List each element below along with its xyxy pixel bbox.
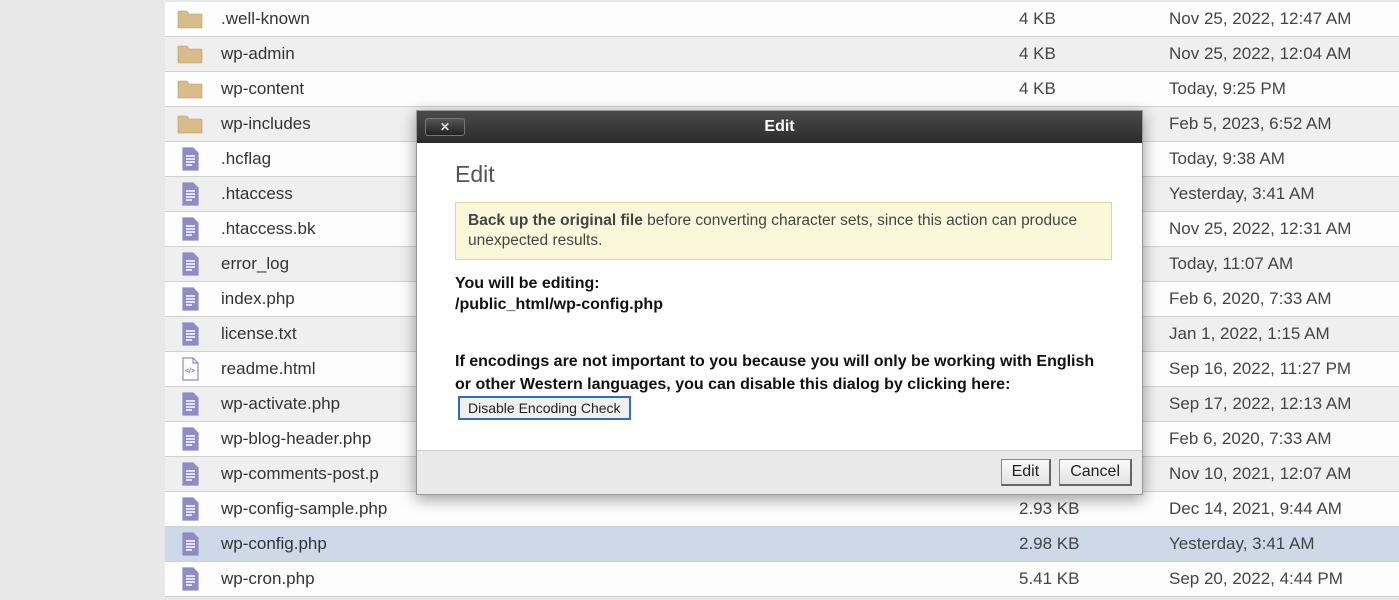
editing-path: /public_html/wp-config.php: [455, 295, 1112, 316]
file-icon: [179, 391, 201, 417]
file-icon: [179, 496, 201, 522]
row-icon-cell: [165, 391, 215, 417]
file-date: Feb 6, 2020, 7:33 AM: [1169, 289, 1399, 309]
table-row[interactable]: wp-admin4 KBNov 25, 2022, 12:04 AM: [165, 37, 1399, 72]
table-row[interactable]: wp-config-sample.php2.93 KBDec 14, 2021,…: [165, 492, 1399, 527]
file-name[interactable]: wp-config-sample.php: [215, 499, 1019, 519]
edit-button[interactable]: Edit: [1001, 459, 1052, 486]
file-date: Feb 5, 2023, 6:52 AM: [1169, 114, 1399, 134]
file-icon: [179, 426, 201, 452]
row-icon-cell: [165, 9, 215, 29]
encoding-text: If encodings are not important to you be…: [455, 353, 1094, 393]
file-size: 4 KB: [1019, 9, 1169, 29]
file-date: Sep 17, 2022, 12:13 AM: [1169, 394, 1399, 414]
file-size: 5.41 KB: [1019, 569, 1169, 589]
warning-banner: Back up the original file before convert…: [455, 202, 1112, 260]
file-size: 4 KB: [1019, 79, 1169, 99]
file-icon: [179, 321, 201, 347]
dialog-footer: Edit Cancel: [417, 450, 1142, 494]
file-date: Nov 25, 2022, 12:31 AM: [1169, 219, 1399, 239]
folder-icon: [177, 114, 203, 134]
row-icon-cell: [165, 251, 215, 277]
dialog-heading: Edit: [455, 161, 1112, 188]
svg-text:</>: </>: [185, 368, 195, 375]
encoding-message: If encodings are not important to you be…: [455, 350, 1112, 421]
file-size: 2.93 KB: [1019, 499, 1169, 519]
row-icon-cell: [165, 426, 215, 452]
file-date: Today, 9:25 PM: [1169, 79, 1399, 99]
row-icon-cell: [165, 461, 215, 487]
row-icon-cell: [165, 496, 215, 522]
file-icon: [179, 216, 201, 242]
row-icon-cell: </>: [165, 356, 215, 382]
file-size: 4 KB: [1019, 44, 1169, 64]
file-date: Today, 11:07 AM: [1169, 254, 1399, 274]
file-name[interactable]: wp-config.php: [215, 534, 1019, 554]
file-date: Dec 14, 2021, 9:44 AM: [1169, 499, 1399, 519]
file-name[interactable]: wp-content: [215, 79, 1019, 99]
file-name[interactable]: wp-cron.php: [215, 569, 1019, 589]
file-date: Nov 25, 2022, 12:47 AM: [1169, 9, 1399, 29]
file-icon: [179, 286, 201, 312]
file-icon: [179, 146, 201, 172]
edit-dialog: ✕ Edit Edit Back up the original file be…: [416, 110, 1143, 495]
dialog-title: Edit: [417, 118, 1142, 136]
row-icon-cell: [165, 114, 215, 134]
folder-icon: [177, 79, 203, 99]
table-row[interactable]: .well-known4 KBNov 25, 2022, 12:47 AM: [165, 2, 1399, 37]
file-date: Sep 20, 2022, 4:44 PM: [1169, 569, 1399, 589]
file-date: Sep 16, 2022, 11:27 PM: [1169, 359, 1399, 379]
file-date: Feb 6, 2020, 7:33 AM: [1169, 429, 1399, 449]
disable-encoding-button[interactable]: Disable Encoding Check: [458, 396, 631, 420]
file-icon: [179, 181, 201, 207]
file-icon: [179, 566, 201, 592]
file-icon: [179, 461, 201, 487]
file-date: Yesterday, 3:41 AM: [1169, 184, 1399, 204]
file-icon: [179, 531, 201, 557]
row-icon-cell: [165, 286, 215, 312]
editing-label: You will be editing:: [455, 274, 1112, 295]
row-icon-cell: [165, 79, 215, 99]
file-date: Yesterday, 3:41 AM: [1169, 534, 1399, 554]
file-size: 2.98 KB: [1019, 534, 1169, 554]
row-icon-cell: [165, 216, 215, 242]
row-icon-cell: [165, 181, 215, 207]
folder-icon: [177, 44, 203, 64]
file-date: Jan 1, 2022, 1:15 AM: [1169, 324, 1399, 344]
row-icon-cell: [165, 531, 215, 557]
file-name[interactable]: .well-known: [215, 9, 1019, 29]
file-date: Nov 25, 2022, 12:04 AM: [1169, 44, 1399, 64]
row-icon-cell: [165, 44, 215, 64]
row-icon-cell: [165, 321, 215, 347]
dialog-titlebar[interactable]: ✕ Edit: [417, 111, 1142, 143]
table-row[interactable]: wp-content4 KBToday, 9:25 PM: [165, 72, 1399, 107]
row-icon-cell: [165, 146, 215, 172]
file-date: Today, 9:38 AM: [1169, 149, 1399, 169]
file-date: Nov 10, 2021, 12:07 AM: [1169, 464, 1399, 484]
file-icon: [179, 251, 201, 277]
table-row[interactable]: wp-cron.php5.41 KBSep 20, 2022, 4:44 PM: [165, 562, 1399, 597]
dialog-body: Edit Back up the original file before co…: [417, 143, 1142, 450]
file-name[interactable]: wp-admin: [215, 44, 1019, 64]
table-row[interactable]: wp-config.php2.98 KBYesterday, 3:41 AM: [165, 527, 1399, 562]
close-icon[interactable]: ✕: [425, 118, 465, 136]
folder-icon: [177, 9, 203, 29]
warning-bold: Back up the original file: [468, 212, 643, 229]
row-icon-cell: [165, 566, 215, 592]
cancel-button[interactable]: Cancel: [1059, 459, 1132, 486]
html-file-icon: </>: [179, 356, 201, 382]
